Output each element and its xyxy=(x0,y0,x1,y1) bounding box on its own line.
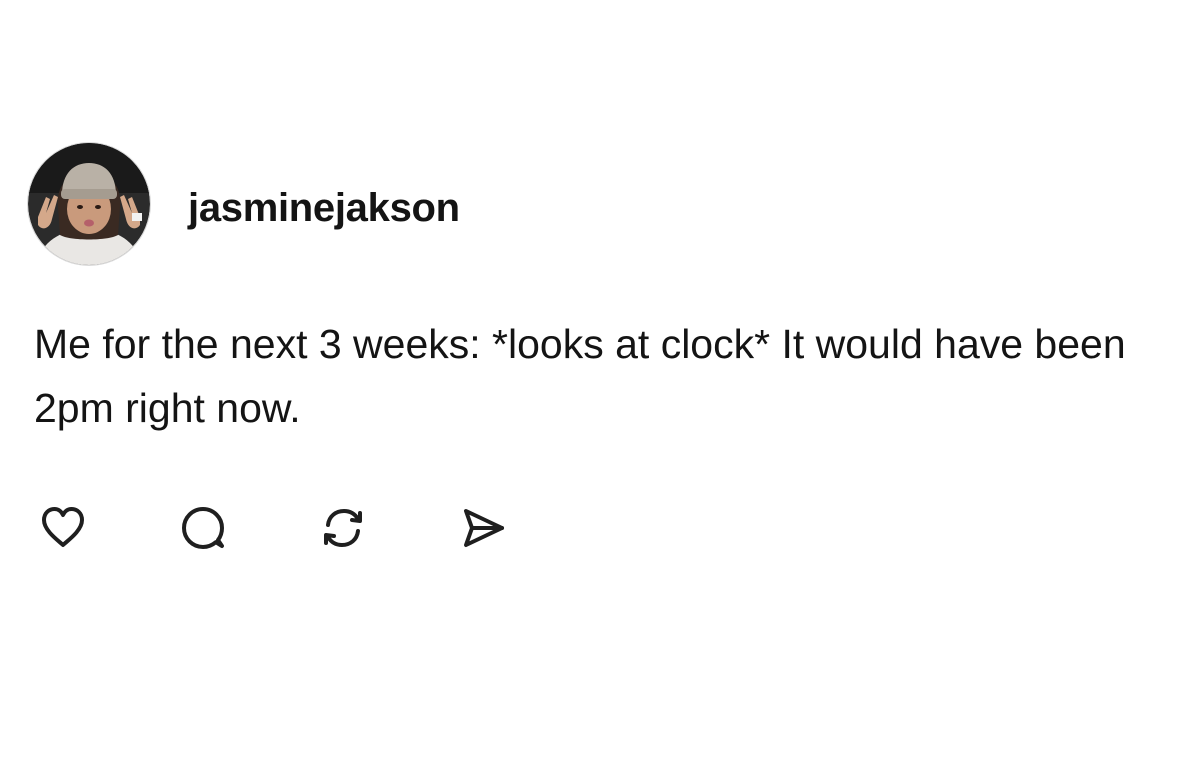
post-actions xyxy=(36,501,510,555)
username[interactable]: jasminejakson xyxy=(188,186,460,231)
heart-icon xyxy=(42,507,84,547)
post-text: Me for the next 3 weeks: *looks at clock… xyxy=(34,321,1126,431)
reply-button[interactable] xyxy=(176,501,230,555)
repost-button[interactable] xyxy=(316,501,370,555)
avatar[interactable] xyxy=(28,143,150,265)
paper-plane-icon xyxy=(464,509,504,547)
speech-bubble-icon xyxy=(182,507,224,549)
profile-photo-icon xyxy=(28,143,150,265)
like-button[interactable] xyxy=(36,501,90,555)
post-header: jasminejakson xyxy=(28,143,460,265)
repost-arrows-icon xyxy=(324,508,362,548)
post-card: jasminejakson Me for the next 3 weeks: *… xyxy=(0,0,1179,769)
share-button[interactable] xyxy=(456,501,510,555)
